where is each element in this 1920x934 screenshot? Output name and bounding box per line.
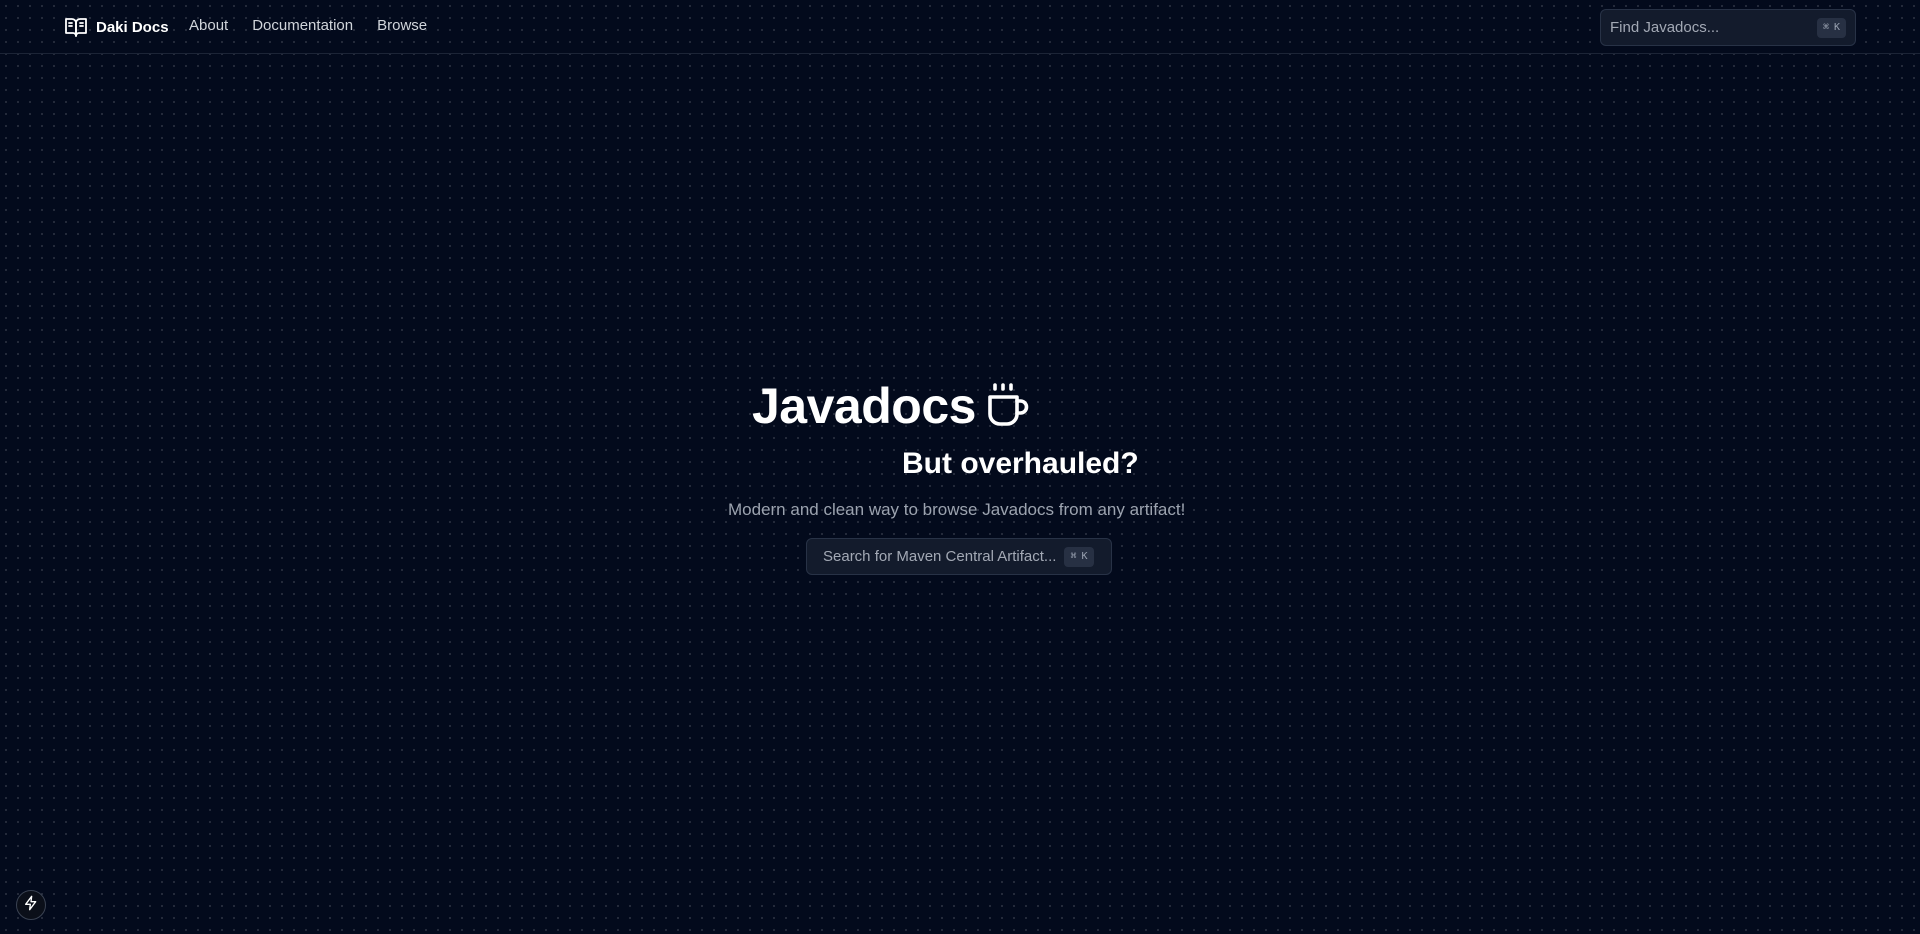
command-key: ⌘ [1822,21,1829,33]
main-nav: About Documentation Browse [189,17,427,34]
keyboard-shortcut: ⌘ K [1816,17,1846,38]
open-book-icon [64,15,88,39]
brand-name: Daki Docs [96,18,169,36]
command-key: ⌘ [1070,550,1077,562]
hero-subtitle: But overhauled? [902,447,1139,480]
find-javadocs-search[interactable]: Find Javadocs... ⌘ K [1600,9,1856,46]
hero-title: Javadocs [752,378,976,434]
lightning-bolt-icon [23,895,39,916]
brand-link[interactable]: Daki Docs [64,15,169,39]
k-key: K [1833,21,1840,33]
hero-title-row: Javadocs [752,378,1032,434]
top-navbar: Daki Docs About Documentation Browse Fin… [0,0,1920,54]
coffee-cup-icon [986,382,1032,430]
keyboard-shortcut: ⌘ K [1064,546,1094,567]
nav-link-browse[interactable]: Browse [377,17,427,34]
nav-link-about[interactable]: About [189,17,228,34]
artifact-search-placeholder: Search for Maven Central Artifact... [823,548,1057,565]
k-key: K [1081,550,1088,562]
dev-tools-button[interactable] [16,890,46,920]
hero-description: Modern and clean way to browse Javadocs … [728,500,1186,519]
maven-artifact-search[interactable]: Search for Maven Central Artifact... ⌘ K [806,538,1112,575]
find-javadocs-placeholder: Find Javadocs... [1610,19,1720,36]
nav-link-documentation[interactable]: Documentation [252,17,353,34]
